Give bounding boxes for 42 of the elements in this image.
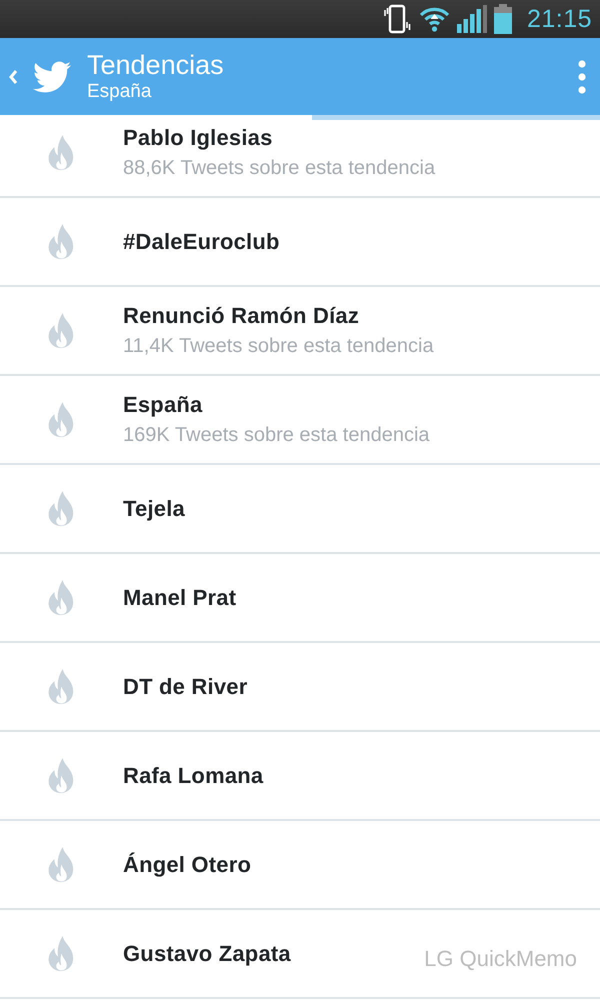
trend-row[interactable]: Rafa Lomana <box>0 732 600 821</box>
trend-name: Manel Prat <box>123 584 236 612</box>
trend-row[interactable]: DT de River <box>0 643 600 732</box>
flame-icon <box>47 758 76 793</box>
trend-name: Rafa Lomana <box>123 762 264 790</box>
trend-row[interactable]: Renunció Ramón Díaz 11,4K Tweets sobre esta tendencia <box>0 287 600 376</box>
more-options-icon[interactable] <box>578 60 586 94</box>
flame-icon <box>47 669 76 704</box>
flame-icon <box>47 847 76 882</box>
trend-row[interactable]: Tejela <box>0 465 600 554</box>
trend-name: Gustavo Zapata <box>123 940 291 968</box>
wifi-icon <box>418 6 450 32</box>
flame-icon <box>47 580 76 615</box>
flame-icon <box>47 135 76 170</box>
clock-time: 21:15 <box>526 5 592 33</box>
flame-icon <box>47 402 76 437</box>
flame-icon <box>47 936 76 971</box>
overlay-label: LG QuickMemo <box>424 946 577 972</box>
battery-icon <box>494 4 512 34</box>
trend-name: DT de River <box>123 672 248 700</box>
signal-icon <box>456 5 487 33</box>
trend-name: #DaleEuroclub <box>123 228 280 256</box>
trend-row[interactable]: Ángel Otero <box>0 821 600 910</box>
vibrate-icon <box>382 4 412 34</box>
trend-row[interactable]: España 169K Tweets sobre esta tendencia <box>0 376 600 465</box>
trend-row[interactable]: #DaleEuroclub <box>0 198 600 287</box>
trend-name: Renunció Ramón Díaz <box>123 302 360 330</box>
tweet-count: 11,4K Tweets sobre esta tendencia <box>123 334 434 358</box>
tweet-count: 169K Tweets sobre esta tendencia <box>123 422 430 448</box>
trend-name: Ángel Otero <box>123 850 252 878</box>
chevron-left-icon[interactable] <box>8 68 18 84</box>
tweet-count: 88,6K Tweets sobre esta tendencia <box>123 156 436 180</box>
trend-name: Tejela <box>123 494 185 522</box>
screen-title: Tendencias <box>87 50 225 80</box>
trend-row[interactable]: Pablo Iglesias 88,6K Tweets sobre esta tendencia <box>0 120 600 198</box>
flame-icon <box>47 491 76 526</box>
screen-subtitle: España <box>87 81 152 103</box>
flame-icon <box>47 224 76 259</box>
flame-icon <box>47 313 76 348</box>
trend-name: España <box>123 390 204 418</box>
trend-row[interactable]: Manel Prat <box>0 554 600 643</box>
trend-name: Pablo Iglesias <box>123 124 274 152</box>
